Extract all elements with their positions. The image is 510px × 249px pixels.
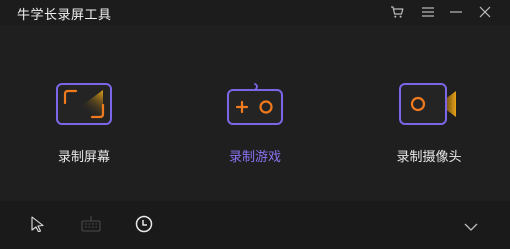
bottom-toolbar <box>0 201 510 249</box>
minimize-button[interactable] <box>446 2 466 22</box>
record-screen-label: 录制屏幕 <box>57 150 110 165</box>
keyboard-button[interactable] <box>80 215 102 237</box>
camera-icon <box>396 82 462 130</box>
gamepad-icon <box>226 82 284 130</box>
schedule-clock-icon <box>135 215 153 237</box>
close-button[interactable] <box>475 2 495 22</box>
record-screen-button[interactable]: 录制屏幕 <box>24 72 144 172</box>
mouse-pointer-button[interactable] <box>27 215 49 237</box>
record-game-button[interactable]: 录制游戏 <box>195 72 315 172</box>
cart-icon <box>390 5 404 19</box>
cart-button[interactable] <box>387 2 407 22</box>
schedule-button[interactable] <box>133 215 155 237</box>
minimize-icon <box>450 6 462 18</box>
expand-button[interactable] <box>460 215 482 237</box>
record-camera-button[interactable]: 录制摄像头 <box>369 72 489 172</box>
menu-button[interactable] <box>418 2 438 22</box>
window-title: 牛学长录屏工具 <box>17 8 112 23</box>
close-icon <box>479 6 491 18</box>
title-bar: 牛学长录屏工具 <box>0 0 510 25</box>
app-window: 牛学长录屏工具 录制屏幕 录制游戏 录制摄像头 <box>0 0 510 249</box>
record-camera-label: 录制摄像头 <box>396 150 462 165</box>
mouse-pointer-icon <box>30 216 46 236</box>
keyboard-icon <box>81 215 101 237</box>
menu-icon <box>422 6 434 18</box>
chevron-down-icon <box>464 217 478 236</box>
record-game-label: 录制游戏 <box>228 150 281 165</box>
screen-record-icon <box>55 82 113 130</box>
